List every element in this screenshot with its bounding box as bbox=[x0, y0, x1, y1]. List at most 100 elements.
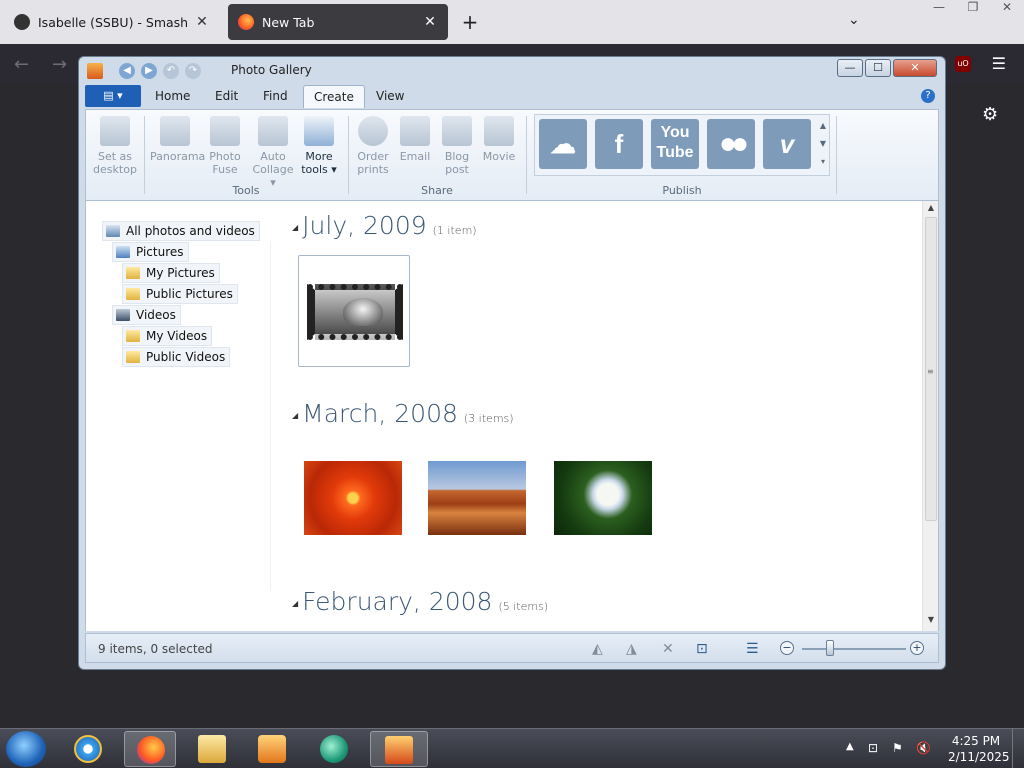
tab-edit[interactable]: Edit bbox=[215, 89, 238, 103]
tree-item-videos[interactable]: Videos bbox=[112, 305, 181, 325]
tab-find[interactable]: Find bbox=[263, 89, 288, 103]
publish-scroll[interactable]: ▲ ▼ ▾ bbox=[817, 117, 829, 173]
ribbon-separator bbox=[836, 116, 837, 194]
rotate-left-icon[interactable]: ◭ bbox=[592, 641, 603, 657]
quick-back-icon[interactable]: ◀ bbox=[119, 63, 135, 79]
tree-item-public-pictures[interactable]: Public Pictures bbox=[122, 284, 238, 304]
window-title-bar[interactable]: ◀ ▶ ↶ ↷ Photo Gallery — ☐ ✕ bbox=[79, 57, 945, 85]
messenger-icon bbox=[320, 735, 348, 763]
system-clock[interactable]: 4:25 PM 2/11/2025 bbox=[948, 733, 1010, 765]
slideshow-icon[interactable]: ⊡ bbox=[696, 641, 708, 657]
help-icon[interactable]: ? bbox=[921, 89, 935, 103]
tab-new-tab[interactable]: New Tab ✕ bbox=[228, 4, 448, 40]
file-menu-button[interactable]: ▤ ▾ bbox=[85, 85, 141, 107]
movie-button[interactable]: Movie bbox=[474, 116, 524, 163]
volume-muted-icon[interactable]: 🔇 bbox=[916, 741, 931, 755]
vertical-scrollbar[interactable]: ▲ ≡ ▼ bbox=[922, 201, 938, 631]
flickr-icon[interactable]: ●● bbox=[707, 119, 755, 169]
facebook-icon[interactable]: f bbox=[595, 119, 643, 169]
taskbar-media-player[interactable] bbox=[246, 731, 298, 767]
browser-close-button[interactable]: ✕ bbox=[990, 0, 1024, 18]
scroll-down-icon[interactable]: ▼ bbox=[923, 615, 938, 624]
tab-list-button[interactable]: ⌄ bbox=[848, 12, 860, 28]
taskbar-internet-explorer[interactable] bbox=[62, 731, 114, 767]
browser-maximize-button[interactable]: ❐ bbox=[956, 0, 990, 18]
newtab-settings-icon[interactable]: ⚙ bbox=[982, 104, 998, 125]
maximize-button[interactable]: ☐ bbox=[865, 59, 891, 77]
movie-icon bbox=[484, 116, 514, 146]
zoom-out-button[interactable]: − bbox=[780, 641, 794, 655]
tree-label: All photos and videos bbox=[126, 224, 255, 238]
zoom-slider-track[interactable] bbox=[802, 648, 906, 650]
taskbar-photo-gallery[interactable] bbox=[370, 731, 428, 767]
photo-gallery-app-icon[interactable] bbox=[87, 63, 103, 79]
browser-minimize-button[interactable]: — bbox=[922, 0, 956, 18]
ublock-extension-icon[interactable]: uO bbox=[955, 56, 971, 72]
tree-item-my-pictures[interactable]: My Pictures bbox=[122, 263, 220, 283]
show-desktop-button[interactable] bbox=[1012, 729, 1024, 768]
back-button[interactable]: ← bbox=[14, 54, 29, 75]
tab-view[interactable]: View bbox=[376, 89, 404, 103]
photo-thumbnail[interactable] bbox=[304, 461, 402, 535]
button-label: More bbox=[305, 150, 333, 163]
tab-smashwiki[interactable]: Isabelle (SSBU) - SmashWiki, the ✕ bbox=[4, 4, 220, 40]
tree-item-public-videos[interactable]: Public Videos bbox=[122, 347, 231, 367]
button-label: Auto bbox=[260, 150, 286, 163]
tree-item-my-videos[interactable]: My Videos bbox=[122, 326, 213, 346]
onedrive-icon[interactable]: ☁ bbox=[539, 119, 587, 169]
group-header-march-2008[interactable]: ◢ March, 2008 (3 items) bbox=[292, 399, 514, 428]
video-thumbnail[interactable] bbox=[298, 255, 410, 367]
group-title: July, 2009 bbox=[302, 211, 427, 240]
button-label: prints bbox=[357, 163, 389, 176]
details-view-icon[interactable]: ☰ bbox=[746, 641, 759, 657]
video-preview bbox=[343, 298, 383, 326]
tab-create[interactable]: Create bbox=[303, 85, 365, 108]
more-tools-icon bbox=[304, 116, 334, 146]
smashwiki-favicon-icon bbox=[14, 14, 30, 30]
delete-icon[interactable]: ✕ bbox=[662, 641, 674, 657]
tab-close-icon[interactable]: ✕ bbox=[422, 14, 438, 30]
collapse-arrow-icon[interactable]: ◢ bbox=[292, 223, 298, 232]
group-header-february-2008[interactable]: ◢ February, 2008 (5 items) bbox=[292, 587, 548, 616]
tab-close-icon[interactable]: ✕ bbox=[194, 14, 210, 30]
quick-undo-icon[interactable]: ↶ bbox=[163, 63, 179, 79]
youtube-icon[interactable]: You Tube bbox=[651, 119, 699, 169]
taskbar-firefox[interactable] bbox=[124, 731, 176, 767]
quick-forward-icon[interactable]: ▶ bbox=[141, 63, 157, 79]
minimize-button[interactable]: — bbox=[837, 59, 863, 77]
tree-label: My Pictures bbox=[146, 266, 215, 280]
firefox-icon bbox=[137, 736, 165, 764]
tree-item-all-photos[interactable]: All photos and videos bbox=[102, 221, 260, 241]
action-center-flag-icon[interactable]: ⚑ bbox=[892, 741, 903, 755]
panorama-button[interactable]: Panorama bbox=[150, 116, 205, 163]
set-as-desktop-button[interactable]: Set as desktop bbox=[90, 116, 140, 176]
network-icon[interactable]: ⊡ bbox=[868, 741, 878, 755]
auto-collage-button[interactable]: Auto Collage ▾ bbox=[248, 116, 298, 189]
pane-divider[interactable] bbox=[270, 241, 271, 591]
collapse-arrow-icon[interactable]: ◢ bbox=[292, 411, 298, 420]
zoom-in-button[interactable]: + bbox=[910, 641, 924, 655]
taskbar-file-explorer[interactable] bbox=[186, 731, 238, 767]
tab-home[interactable]: Home bbox=[155, 89, 190, 103]
more-tools-button[interactable]: More tools ▾ bbox=[294, 116, 344, 176]
photo-fuse-button[interactable]: Photo Fuse bbox=[200, 116, 250, 176]
show-hidden-icons-button[interactable]: ▲ bbox=[846, 741, 854, 752]
vimeo-icon[interactable]: v bbox=[763, 119, 811, 169]
app-menu-button[interactable]: ☰ bbox=[992, 54, 1006, 73]
new-tab-button[interactable]: + bbox=[460, 10, 480, 34]
collapse-arrow-icon[interactable]: ◢ bbox=[292, 599, 298, 608]
rotate-right-icon[interactable]: ◮ bbox=[626, 641, 637, 657]
firefox-favicon-icon bbox=[238, 14, 254, 30]
photo-thumbnail[interactable] bbox=[554, 461, 652, 535]
photo-thumbnail[interactable] bbox=[428, 461, 526, 535]
tree-label: Pictures bbox=[136, 245, 184, 259]
group-header-july-2009[interactable]: ◢ July, 2009 (1 item) bbox=[292, 211, 477, 240]
scroll-up-icon[interactable]: ▲ bbox=[923, 203, 938, 212]
forward-button[interactable]: → bbox=[52, 54, 67, 75]
quick-redo-icon[interactable]: ↷ bbox=[185, 63, 201, 79]
start-button[interactable] bbox=[6, 731, 46, 767]
taskbar-messenger[interactable] bbox=[308, 731, 360, 767]
close-button[interactable]: ✕ bbox=[893, 59, 937, 77]
zoom-slider-thumb[interactable] bbox=[826, 640, 834, 656]
tree-item-pictures[interactable]: Pictures bbox=[112, 242, 189, 262]
